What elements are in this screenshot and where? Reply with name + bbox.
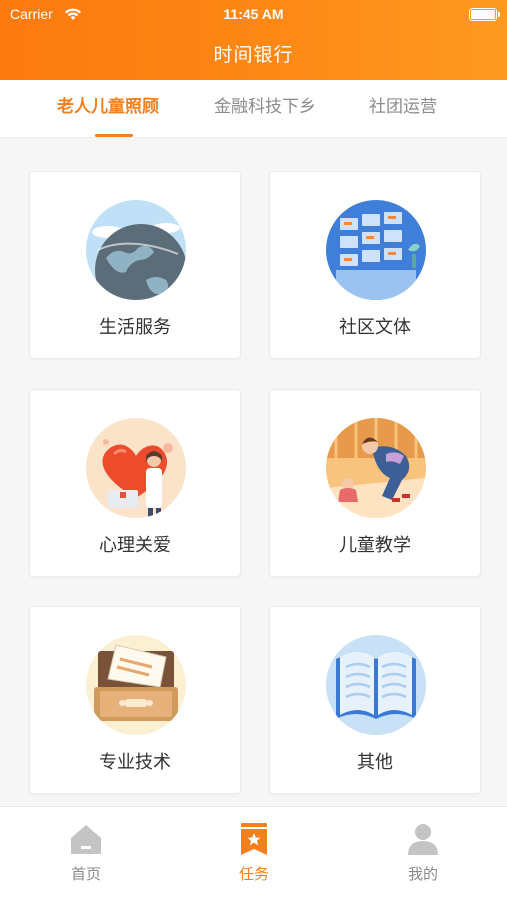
clock: 11:45 AM <box>223 6 284 22</box>
nav-label: 首页 <box>70 865 101 883</box>
category-label: 专业技术 <box>99 752 171 773</box>
user-icon <box>408 824 438 855</box>
nav-label: 任务 <box>238 865 269 883</box>
bottom-nav: 首页 任务 我的 <box>0 806 507 900</box>
active-tab-indicator <box>95 134 133 137</box>
battery-icon <box>469 8 500 21</box>
category-card-child-teaching[interactable]: 儿童教学 <box>269 389 481 577</box>
category-label: 其他 <box>357 752 393 773</box>
category-tabs: 老人儿童照顾 金融科技下乡 社团运营 <box>0 80 507 138</box>
category-card-community-culture[interactable]: 社区文体 <box>269 171 481 359</box>
tab-club-operation[interactable]: 社团运营 <box>369 95 437 123</box>
globe-icon <box>86 200 186 300</box>
nav-tasks[interactable]: 任务 <box>214 821 294 884</box>
nav-home[interactable]: 首页 <box>46 821 126 884</box>
children-reading-icon <box>326 418 426 518</box>
tab-elder-child-care[interactable]: 老人儿童照顾 <box>57 95 159 123</box>
open-book-icon <box>326 635 426 735</box>
category-label: 儿童教学 <box>339 535 411 556</box>
nav-label: 我的 <box>407 865 438 883</box>
category-label: 社区文体 <box>339 317 411 338</box>
calendar-board-icon <box>326 200 426 300</box>
tab-fintech-rural[interactable]: 金融科技下乡 <box>214 95 316 123</box>
nav-me[interactable]: 我的 <box>383 821 463 884</box>
heart-doctor-icon <box>86 418 186 518</box>
app-header: Carrier 11:45 AM 时间银行 <box>0 0 507 80</box>
category-card-mental-care[interactable]: 心理关爱 <box>29 389 241 577</box>
file-drawer-icon <box>86 635 186 735</box>
task-bookmark-icon <box>241 823 267 855</box>
category-card-other[interactable]: 其他 <box>269 606 481 794</box>
category-label: 生活服务 <box>99 317 171 338</box>
category-card-life-service[interactable]: 生活服务 <box>29 171 241 359</box>
category-label: 心理关爱 <box>99 535 171 556</box>
status-bar: Carrier 11:45 AM <box>0 4 507 24</box>
category-card-professional-tech[interactable]: 专业技术 <box>29 606 241 794</box>
home-icon <box>71 825 101 854</box>
page-title: 时间银行 <box>213 44 294 66</box>
